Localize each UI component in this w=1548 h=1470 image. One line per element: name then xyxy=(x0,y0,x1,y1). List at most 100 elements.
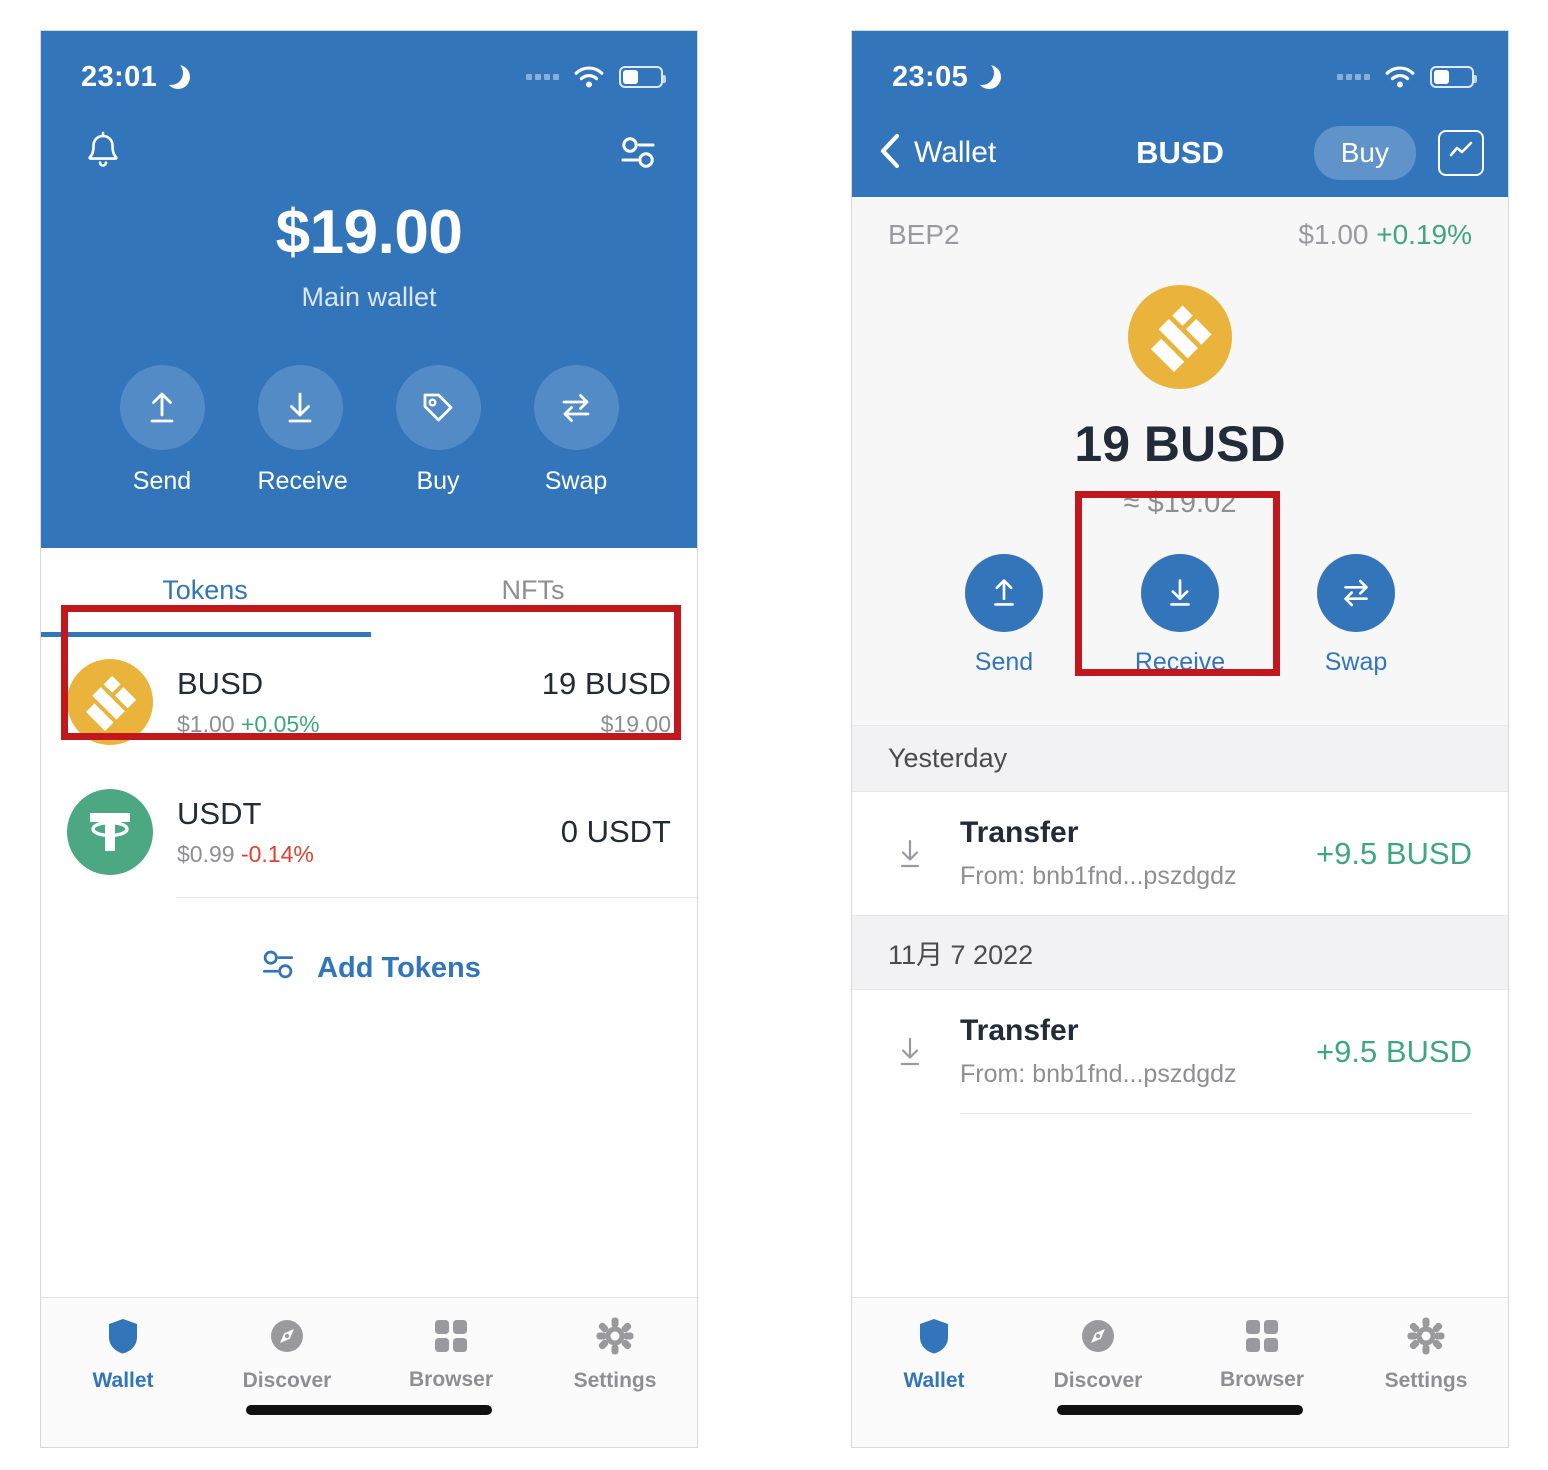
total-balance: $19.00 xyxy=(275,198,463,267)
status-bar: 23:05 xyxy=(852,31,1508,109)
transaction-list: Yesterday Transfer From: bnb1fnd...pszdg… xyxy=(852,725,1508,1206)
token-price: $0.99 xyxy=(177,841,235,867)
tabbar-label: Browser xyxy=(408,1367,494,1391)
token-price: $1.00 xyxy=(1298,219,1369,250)
grid-icon xyxy=(433,1318,469,1359)
transaction-row[interactable]: Transfer From: bnb1fnd...pszdgdz +9.5 BU… xyxy=(852,990,1508,1113)
chart-button[interactable] xyxy=(1438,130,1484,176)
list-empty-space xyxy=(852,1206,1508,1298)
buy-button[interactable]: Buy xyxy=(1313,126,1416,180)
arrow-down-icon xyxy=(1141,554,1219,632)
send-button[interactable]: Send xyxy=(958,554,1050,677)
tabbar-item-browser[interactable]: Browser xyxy=(369,1308,533,1401)
tabbar-item-discover[interactable]: Discover xyxy=(1016,1308,1180,1401)
token-row-usdt[interactable]: USDT $0.99 -0.14% 0 USDT xyxy=(41,767,697,897)
token-detail-phone: 23:05 Wallet BUSD Buy BEP2 $1.00 +0.19% … xyxy=(851,30,1509,1448)
wallet-sheet: Tokens NFTs BUSD $1.00 +0.05% 19 BUSD $1… xyxy=(41,548,697,1447)
tabbar-label: Browser xyxy=(1219,1367,1305,1391)
buy-label: Buy xyxy=(416,467,460,495)
status-time: 23:01 xyxy=(81,60,158,93)
gear-icon xyxy=(596,1317,634,1360)
tag-icon xyxy=(395,365,481,450)
sliders-icon xyxy=(615,137,661,177)
tab-nfts[interactable]: NFTs xyxy=(369,548,697,632)
swap-arrows-icon xyxy=(533,365,619,450)
home-indicator[interactable] xyxy=(246,1405,492,1415)
arrow-up-icon xyxy=(119,365,205,450)
token-symbol: USDT xyxy=(177,796,262,831)
swap-button[interactable]: Swap xyxy=(1310,554,1402,677)
tx-amount: +9.5 BUSD xyxy=(1316,1033,1472,1069)
token-change: +0.19% xyxy=(1376,219,1472,250)
tabbar-label: Discover xyxy=(1053,1368,1143,1392)
token-amount: 0 USDT xyxy=(560,814,671,849)
notifications-button[interactable] xyxy=(83,130,123,174)
wallet-settings-button[interactable] xyxy=(615,130,661,174)
tabbar-item-browser[interactable]: Browser xyxy=(1180,1308,1344,1401)
token-value: $19.00 xyxy=(600,711,671,737)
token-actions: Send Receive Swap xyxy=(852,554,1508,677)
token-change: +0.05% xyxy=(240,711,320,737)
signal-dots-icon xyxy=(1337,74,1370,80)
home-indicator[interactable] xyxy=(1057,1405,1303,1415)
arrow-up-icon xyxy=(965,554,1043,632)
tabbar-item-wallet[interactable]: Wallet xyxy=(852,1308,1016,1401)
token-detail-panel: BEP2 $1.00 +0.19% 19 BUSD ≈ $19.02 Send … xyxy=(852,197,1508,725)
tabbar-label: Discover xyxy=(242,1368,332,1392)
list-divider xyxy=(960,1113,1472,1114)
busd-logo-icon xyxy=(67,659,153,745)
send-button[interactable]: Send xyxy=(119,365,205,496)
tab-tokens[interactable]: Tokens xyxy=(41,548,369,632)
shield-icon xyxy=(917,1317,951,1360)
grid-icon xyxy=(1244,1318,1280,1359)
token-change: -0.14% xyxy=(240,841,314,867)
compass-icon xyxy=(268,1317,306,1360)
transaction-row[interactable]: Transfer From: bnb1fnd...pszdgdz +9.5 BU… xyxy=(852,792,1508,915)
back-button[interactable]: Wallet xyxy=(878,132,996,175)
status-bar: 23:01 xyxy=(41,31,697,109)
tabbar-label: Wallet xyxy=(92,1368,154,1392)
receive-label: Receive xyxy=(1134,648,1226,676)
token-balance: 19 BUSD xyxy=(1074,416,1286,472)
screenshot-stage: 23:01 $19.00 Main wallet Send Receive Bu… xyxy=(0,0,1548,1470)
wallet-hero: 23:01 $19.00 Main wallet Send Receive Bu… xyxy=(41,31,697,548)
list-empty-space xyxy=(41,1012,697,1297)
tabbar-item-wallet[interactable]: Wallet xyxy=(41,1308,205,1401)
busd-logo-icon xyxy=(1128,285,1232,389)
battery-icon xyxy=(1430,66,1477,88)
asset-tabs: Tokens NFTs xyxy=(41,548,697,632)
usdt-logo-icon xyxy=(67,789,153,875)
nav-bar: Wallet BUSD Buy xyxy=(852,109,1508,197)
status-time: 23:05 xyxy=(892,60,969,93)
home-indicator-area xyxy=(852,1401,1508,1447)
tabbar-item-settings[interactable]: Settings xyxy=(1344,1308,1508,1401)
swap-label: Swap xyxy=(544,467,608,495)
send-label: Send xyxy=(974,648,1034,676)
add-tokens-button[interactable]: Add Tokens xyxy=(41,898,697,1012)
tabbar-item-settings[interactable]: Settings xyxy=(533,1308,697,1401)
wifi-icon xyxy=(572,65,606,90)
home-indicator-area xyxy=(41,1401,697,1447)
receive-button[interactable]: Receive xyxy=(257,365,348,496)
chain-label: BEP2 xyxy=(888,219,960,250)
tx-amount: +9.5 BUSD xyxy=(1316,835,1472,871)
buy-button[interactable]: Buy xyxy=(395,365,481,496)
arrow-down-icon xyxy=(257,365,343,450)
tabbar-label: Settings xyxy=(1384,1368,1468,1392)
detail-blue-top: 23:05 Wallet BUSD Buy xyxy=(852,31,1508,197)
swap-arrows-icon xyxy=(1317,554,1395,632)
bell-icon xyxy=(83,131,123,177)
tabbar-item-discover[interactable]: Discover xyxy=(205,1308,369,1401)
chevron-left-icon xyxy=(878,132,902,175)
receive-button[interactable]: Receive xyxy=(1134,554,1226,677)
compass-icon xyxy=(1079,1317,1117,1360)
sliders-icon xyxy=(257,944,299,992)
tx-from: From: bnb1fnd...pszdgdz xyxy=(960,862,1237,890)
token-row-busd[interactable]: BUSD $1.00 +0.05% 19 BUSD $19.00 xyxy=(41,637,697,767)
token-price-change: $1.00 +0.19% xyxy=(1298,219,1472,251)
moon-icon xyxy=(159,61,191,89)
wallet-screen-phone: 23:01 $19.00 Main wallet Send Receive Bu… xyxy=(40,30,698,1448)
swap-button[interactable]: Swap xyxy=(533,365,619,496)
arrow-down-tx-icon xyxy=(888,836,932,872)
signal-dots-icon xyxy=(526,74,559,80)
